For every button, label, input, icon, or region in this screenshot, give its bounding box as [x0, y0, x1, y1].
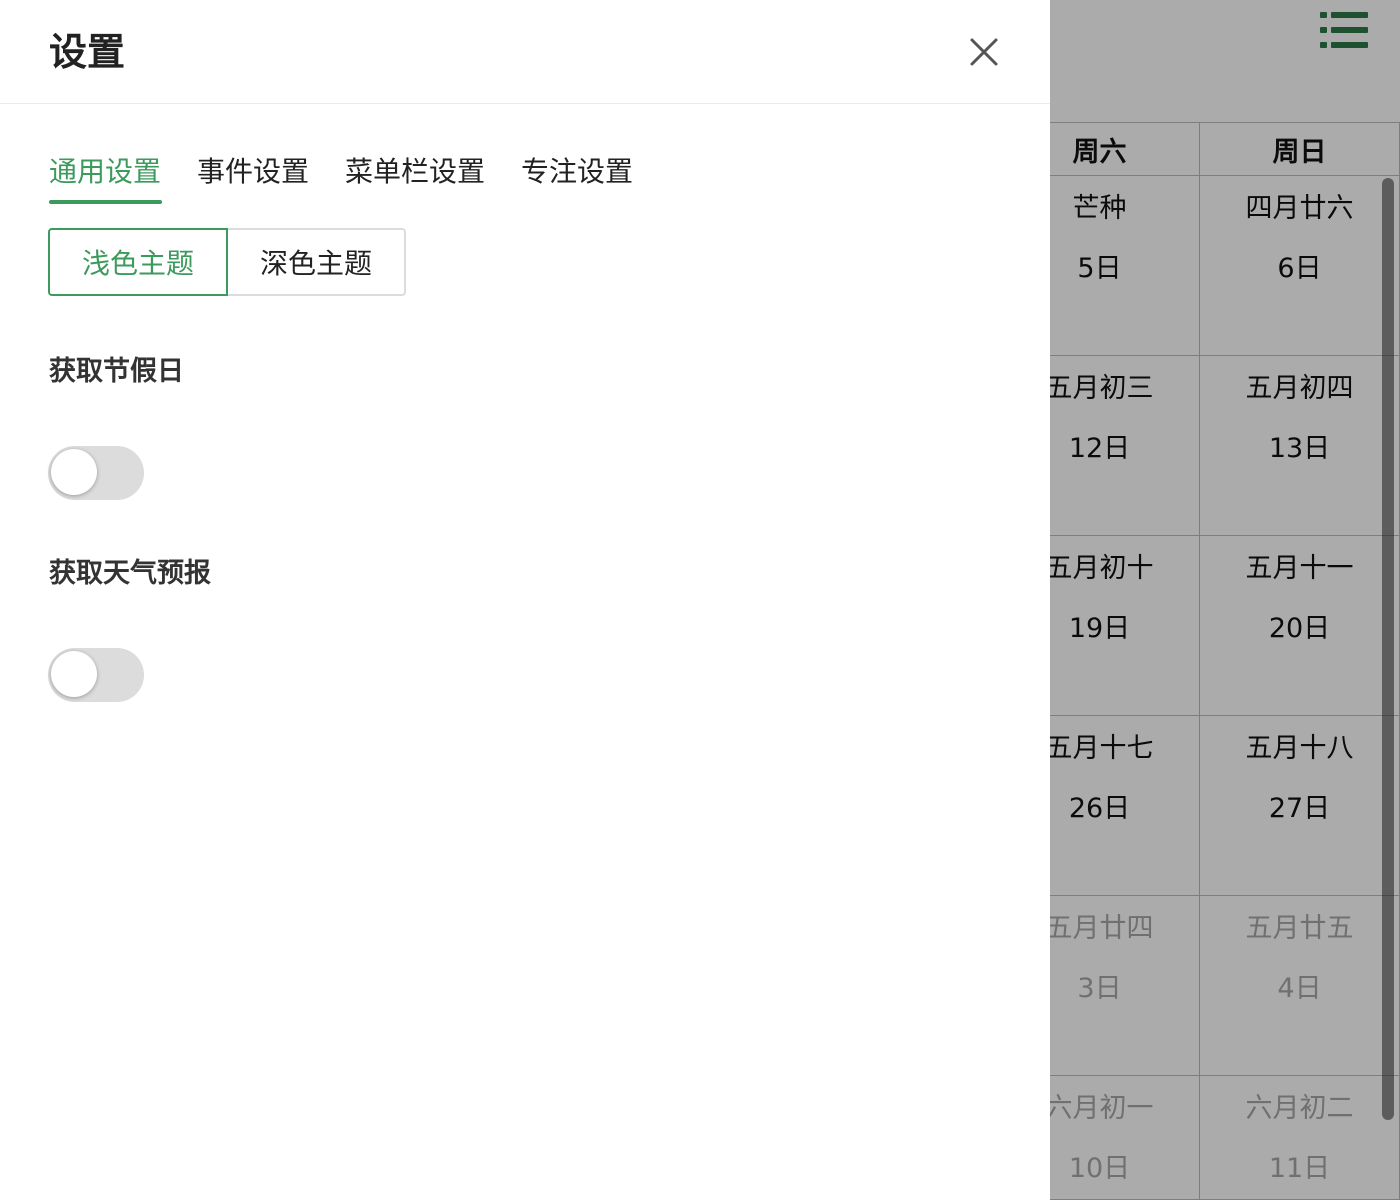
weather-toggle[interactable]: [48, 648, 144, 702]
tab-events[interactable]: 事件设置: [197, 150, 309, 194]
tab-focus[interactable]: 专注设置: [521, 150, 633, 194]
settings-title: 设置: [49, 30, 126, 74]
tab-general[interactable]: 通用设置: [49, 150, 161, 194]
dark-theme-button[interactable]: 深色主题: [226, 228, 406, 296]
settings-drawer: 设置 通用设置 事件设置 菜单栏设置 专注设置 浅色主题 深色主题 获取节假日 …: [0, 0, 1050, 1200]
active-tab-indicator: [49, 200, 162, 204]
weather-label: 获取天气预报: [49, 558, 211, 589]
toggle-knob: [51, 449, 97, 495]
theme-toggle-group: 浅色主题 深色主题: [48, 228, 406, 296]
tab-menubar[interactable]: 菜单栏设置: [345, 150, 485, 194]
holidays-toggle[interactable]: [48, 446, 144, 500]
light-theme-button[interactable]: 浅色主题: [48, 228, 228, 296]
settings-header: 设置: [0, 0, 1050, 104]
toggle-knob: [51, 651, 97, 697]
close-icon[interactable]: [962, 30, 1006, 74]
holidays-label: 获取节假日: [49, 356, 184, 387]
